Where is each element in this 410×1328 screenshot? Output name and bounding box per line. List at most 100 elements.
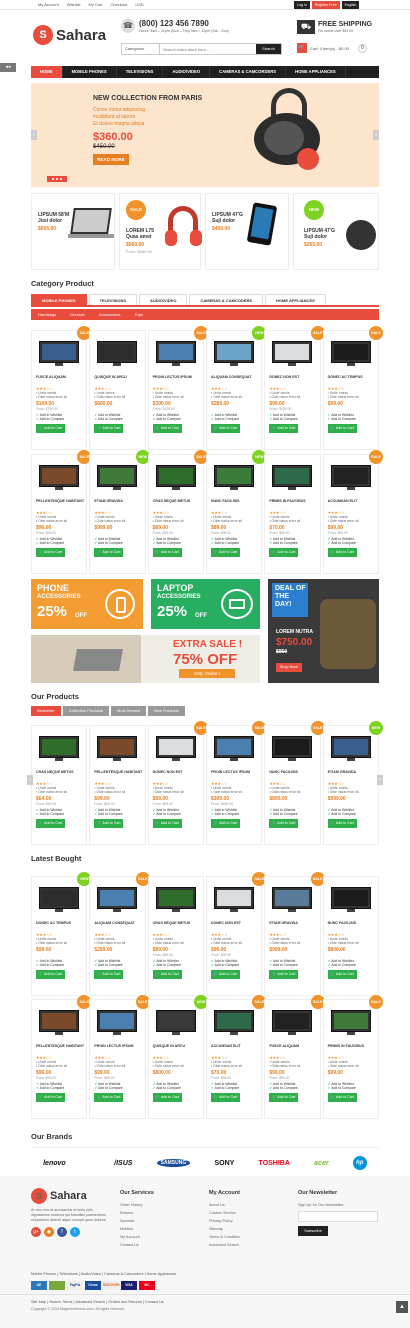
subtab-dresses[interactable]: Dresses [63, 309, 92, 320]
add-to-cart-button[interactable]: 🛒 Add to Cart [327, 424, 357, 433]
product-card[interactable]: NEW DONEC AC TEMPUS ★★★☆☆ • Unde omnis • … [31, 872, 92, 996]
brand-samsung[interactable]: SAMSUNG [156, 1159, 191, 1167]
shop-now-button[interactable]: Shop Now! [276, 663, 302, 672]
brand-acer[interactable]: acer [314, 1160, 328, 1167]
add-to-compare-link[interactable]: ✔ Add to Compare [153, 812, 181, 816]
add-to-compare-link[interactable]: ✔ Add to Compare [269, 812, 297, 816]
product-name[interactable]: ACCUMSAN ELIT [211, 1044, 261, 1049]
product-card[interactable]: NEW QUISQUE IN ARCU ★★★☆☆ • Unde omnis • … [147, 995, 208, 1119]
product-image[interactable] [97, 1010, 138, 1036]
footer-link[interactable]: Advanced Search [209, 1241, 240, 1249]
product-image[interactable] [272, 887, 313, 913]
product-image[interactable] [155, 887, 196, 913]
product-image[interactable] [330, 736, 371, 762]
tab-televisions[interactable]: TELEVISIONS [88, 294, 138, 305]
add-to-compare-link[interactable]: ✔ Add to Compare [36, 812, 64, 816]
tab-mobile-phones[interactable]: MOBILE PHONES [31, 294, 87, 305]
add-to-cart-button[interactable]: 🛒 Add to Cart [152, 548, 182, 557]
product-name[interactable]: CRAS NEQUE METUS [36, 770, 86, 775]
product-image[interactable] [213, 341, 254, 367]
product-image[interactable] [213, 736, 254, 762]
extra-sale-banner[interactable]: EXTRA SALE ! 75% OFF Only Online ! [31, 635, 260, 683]
add-to-compare-link[interactable]: ✔ Add to Compare [94, 541, 122, 545]
checkout-link[interactable]: Checkout [110, 2, 127, 7]
nav-televisions[interactable]: TELEVISIONS [117, 66, 164, 78]
product-image[interactable] [39, 736, 79, 762]
product-name[interactable]: PELLENTESQUE HABITANT [94, 770, 144, 775]
slider-next-arrow[interactable]: › [373, 130, 379, 140]
product-card[interactable]: SALE DONEC AC TEMPUS ★★★☆☆ • Unde omnis •… [322, 326, 383, 450]
product-name[interactable]: ACCUMSAN ELIT [328, 499, 378, 504]
add-to-cart-button[interactable]: 🛒 Add to Cart [269, 819, 299, 828]
product-card[interactable]: SALE PROIN LECTUS IPSUM ★★★☆☆ • Unde omn… [89, 995, 150, 1119]
add-to-cart-button[interactable]: 🛒 Add to Cart [36, 970, 65, 979]
tab-audio-video[interactable]: AUDIO/VIDEO [139, 294, 188, 305]
login-button[interactable]: Log in [294, 1, 310, 9]
product-image[interactable] [39, 1010, 79, 1036]
product-image[interactable] [155, 736, 196, 762]
add-to-cart-button[interactable]: 🛒 Add to Cart [152, 424, 182, 433]
product-image[interactable] [272, 736, 313, 762]
add-to-cart-button[interactable]: 🛒 Add to Cart [269, 548, 299, 557]
footer-bottom-links[interactable]: Site Map | Search Terms | Advanced Searc… [31, 1300, 164, 1304]
product-image[interactable] [97, 341, 138, 367]
add-to-cart-button[interactable]: 🛒 Add to Cart [327, 819, 357, 828]
product-image[interactable] [272, 465, 313, 491]
add-to-compare-link[interactable]: ✔ Add to Compare [94, 417, 122, 421]
product-image[interactable] [330, 887, 371, 913]
footer-link[interactable]: Sitemap [209, 1225, 240, 1233]
add-to-compare-link[interactable]: ✔ Add to Compare [36, 963, 64, 967]
footer-link[interactable]: My Account [120, 1233, 154, 1241]
slider-dots[interactable] [47, 176, 67, 182]
product-name[interactable]: NUNC FACILISIS [269, 770, 319, 775]
brand-toshiba[interactable]: TOSHIBA [259, 1160, 290, 1167]
carousel-prev-arrow[interactable]: ‹ [27, 775, 33, 785]
product-image[interactable] [39, 887, 79, 913]
add-to-cart-button[interactable]: 🛒 Add to Cart [36, 819, 65, 828]
footer-category-links[interactable]: Mobile Phones | Televisions | Audio/Vide… [31, 1272, 176, 1276]
product-card[interactable]: CRAS NEQUE METUS ★★★☆☆ • Unde omnis • Oid… [31, 725, 88, 845]
subscribe-button[interactable]: Subscribe [298, 1226, 328, 1236]
product-image[interactable] [272, 1010, 313, 1036]
product-card[interactable]: SALE DONEC NON EST ★★★☆☆ • Unde omnis • O… [147, 721, 208, 845]
add-to-cart-button[interactable]: 🛒 Add to Cart [152, 819, 182, 828]
product-card[interactable]: SALE PRIMIS IN FAUCIBUS ★★★☆☆ • Unde omn… [322, 995, 383, 1119]
product-image[interactable] [330, 1010, 371, 1036]
product-name[interactable]: PELLENTESQUE HABITANT [36, 499, 86, 504]
add-to-compare-link[interactable]: ✔ Add to Compare [211, 1086, 239, 1090]
product-name[interactable]: FUSCE ALIQUAM [269, 1044, 319, 1049]
product-card[interactable]: SALE ACCUMSAN ELIT ★★★☆☆ • Unde omnis • O… [322, 450, 383, 574]
carousel-next-arrow[interactable]: › [377, 775, 383, 785]
add-to-compare-link[interactable]: ✔ Add to Compare [269, 541, 297, 545]
product-name[interactable]: PRIMIS IN FAUCIBUS [269, 499, 319, 504]
add-to-compare-link[interactable]: ✔ Add to Compare [211, 541, 239, 545]
product-name[interactable]: NUNC FACILISIS [211, 499, 261, 504]
scroll-to-top-button[interactable]: ▲ [396, 1301, 408, 1313]
product-image[interactable] [213, 1010, 254, 1036]
add-to-compare-link[interactable]: ✔ Add to Compare [269, 417, 297, 421]
my-account-link[interactable]: My Account [38, 2, 59, 7]
product-card[interactable]: NEW ALIQUAM CONSEQUAT ★★★☆☆ • Unde omnis… [205, 326, 267, 450]
add-to-cart-button[interactable]: 🛒 Add to Cart [210, 970, 240, 979]
brand-asus[interactable]: /ISUS [114, 1160, 132, 1167]
product-name[interactable]: CRAS NEQUE METUS [153, 921, 203, 926]
product-image[interactable] [155, 341, 196, 367]
product-card[interactable]: SALE PROIN LECTUS IPSUM ★★★☆☆ • Unde omn… [147, 326, 208, 450]
add-to-cart-button[interactable]: 🛒 Add to Cart [36, 424, 65, 433]
add-to-cart-button[interactable]: 🛒 Add to Cart [210, 819, 240, 828]
brand-hp[interactable]: hp [352, 1156, 367, 1170]
product-image[interactable] [97, 736, 138, 762]
my-cart-link[interactable]: My Cart [88, 2, 102, 7]
add-to-compare-link[interactable]: ✔ Add to Compare [211, 417, 239, 421]
add-to-cart-button[interactable]: 🛒 Add to Cart [269, 1093, 299, 1102]
google-plus-icon[interactable]: g+ [31, 1227, 41, 1237]
read-more-button[interactable]: READ MORE [93, 154, 129, 165]
product-card[interactable]: SALE ETIAM GRAVIDA ★★★☆☆ • Unde omnis • O… [264, 872, 325, 996]
add-to-cart-button[interactable]: 🛒 Add to Cart [152, 1093, 182, 1102]
add-to-cart-button[interactable]: 🛒 Add to Cart [94, 424, 124, 433]
product-card[interactable]: SALE CRAS NEQUE METUS ★★★☆☆ • Unde omnis… [147, 450, 208, 574]
footer-link[interactable]: Specials [120, 1217, 154, 1225]
product-card[interactable]: SALE PROIN LECTUS IPSUM ★★★☆☆ • Unde omn… [205, 721, 267, 845]
add-to-cart-button[interactable]: 🛒 Add to Cart [327, 1093, 357, 1102]
footer-link[interactable]: Contact Us [120, 1241, 154, 1249]
